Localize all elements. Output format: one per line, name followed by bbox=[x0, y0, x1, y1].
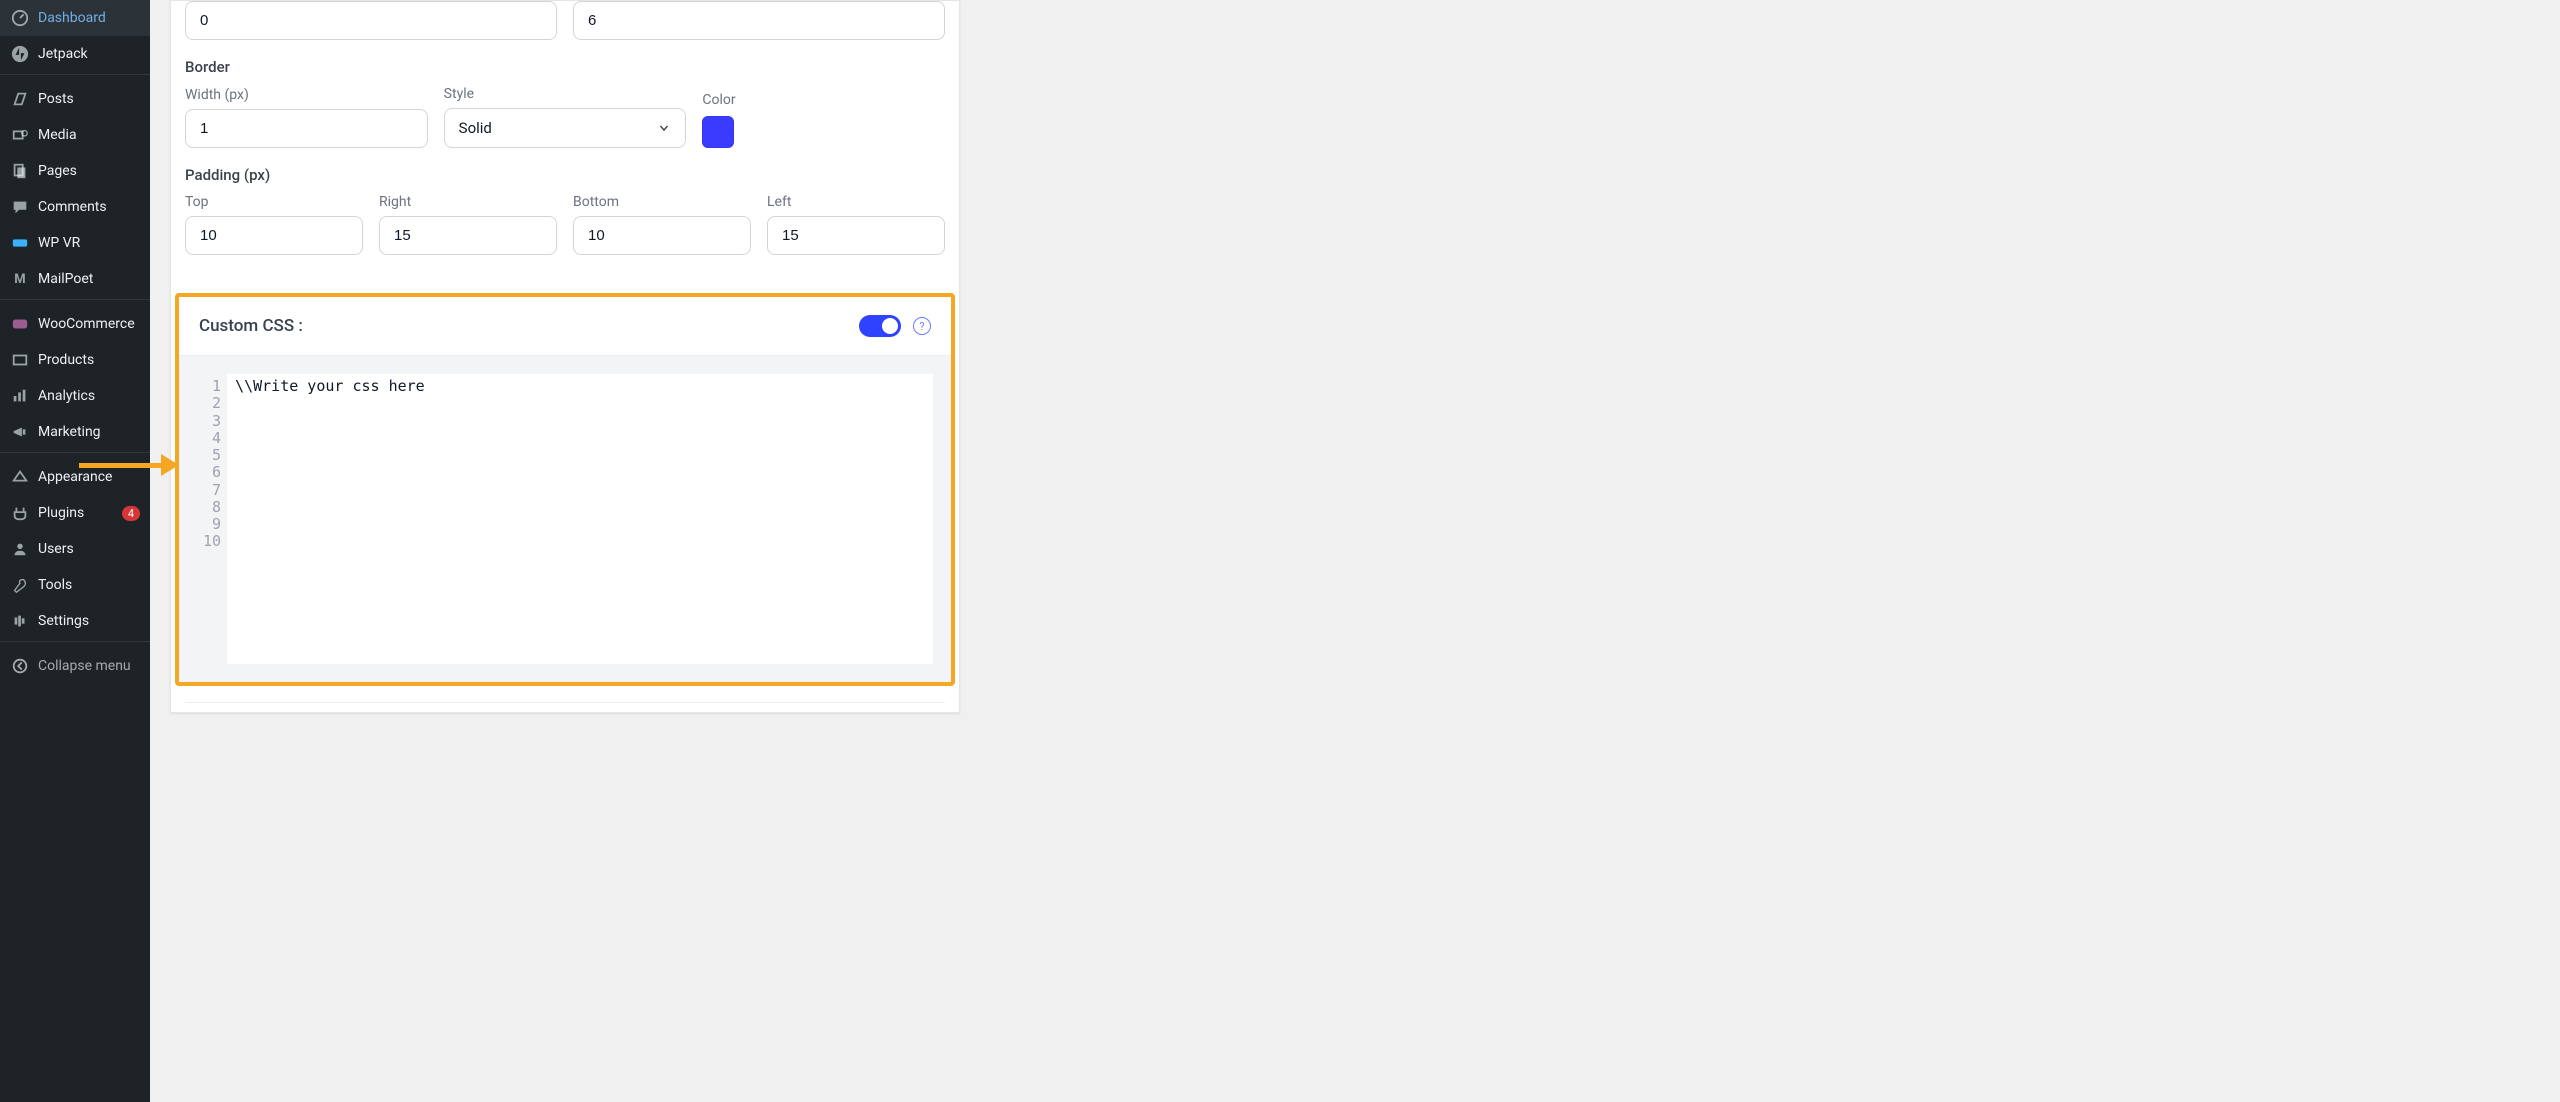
padding-top-label: Top bbox=[185, 194, 363, 210]
sidebar-item-label: Tools bbox=[38, 577, 140, 593]
plugins-icon bbox=[10, 503, 30, 523]
sidebar-item-comments[interactable]: Comments bbox=[0, 189, 150, 225]
padding-bottom-input[interactable] bbox=[573, 216, 751, 255]
css-editor[interactable]: 1 2 3 4 5 6 7 8 9 10 \\Write your css he… bbox=[197, 374, 933, 664]
sidebar-item-posts[interactable]: Posts bbox=[0, 81, 150, 117]
settings-icon bbox=[10, 611, 30, 631]
numeric-input-a[interactable] bbox=[185, 1, 557, 40]
editor-gutter: 1 2 3 4 5 6 7 8 9 10 bbox=[197, 374, 227, 664]
border-width-label: Width (px) bbox=[185, 87, 428, 103]
annotation-arrow bbox=[79, 453, 179, 477]
sidebar-item-label: Media bbox=[38, 127, 140, 143]
jetpack-icon bbox=[10, 44, 30, 64]
border-style-select[interactable]: Solid bbox=[444, 108, 687, 148]
sidebar-item-label: Pages bbox=[38, 163, 140, 179]
sidebar-item-wpvr[interactable]: WP VR bbox=[0, 225, 150, 261]
sidebar-item-label: WooCommerce bbox=[38, 316, 140, 332]
collapse-icon bbox=[10, 656, 30, 676]
custom-css-toggle[interactable] bbox=[859, 315, 901, 337]
border-color-swatch[interactable] bbox=[702, 116, 734, 148]
border-style-label: Style bbox=[444, 86, 687, 102]
sidebar-item-media[interactable]: Media bbox=[0, 117, 150, 153]
padding-bottom-label: Bottom bbox=[573, 194, 751, 210]
sidebar-item-label: Analytics bbox=[38, 388, 140, 404]
border-color-label: Color bbox=[702, 92, 945, 108]
sidebar-item-tools[interactable]: Tools bbox=[0, 567, 150, 603]
sidebar-item-label: Marketing bbox=[38, 424, 140, 440]
mailpoet-icon: M bbox=[10, 269, 30, 289]
numeric-input-b[interactable] bbox=[573, 1, 945, 40]
content-area: Border Width (px) Style Solid Color bbox=[150, 0, 2560, 1102]
products-icon bbox=[10, 350, 30, 370]
sidebar-item-marketing[interactable]: Marketing bbox=[0, 414, 150, 453]
users-icon bbox=[10, 539, 30, 559]
padding-right-input[interactable] bbox=[379, 216, 557, 255]
sidebar-item-mailpoet[interactable]: M MailPoet bbox=[0, 261, 150, 300]
border-style-value: Solid bbox=[459, 119, 492, 137]
sidebar-item-label: WP VR bbox=[38, 235, 140, 251]
custom-css-section: Custom CSS : ? 1 2 3 4 5 6 7 8 bbox=[175, 293, 955, 686]
sidebar-item-users[interactable]: Users bbox=[0, 531, 150, 567]
wpvr-icon bbox=[10, 233, 30, 253]
sidebar-item-jetpack[interactable]: Jetpack bbox=[0, 36, 150, 75]
sidebar-item-label: Users bbox=[38, 541, 140, 557]
sidebar-item-dashboard[interactable]: Dashboard bbox=[0, 0, 150, 36]
pages-icon bbox=[10, 161, 30, 181]
woocommerce-icon bbox=[10, 314, 30, 334]
sidebar-collapse-label: Collapse menu bbox=[38, 658, 140, 674]
arrow-head-icon bbox=[161, 454, 179, 476]
sidebar-item-label: Products bbox=[38, 352, 140, 368]
marketing-icon bbox=[10, 422, 30, 442]
sidebar-item-label: Jetpack bbox=[38, 46, 140, 62]
comments-icon bbox=[10, 197, 30, 217]
sidebar-item-label: Posts bbox=[38, 91, 140, 107]
plugins-badge: 4 bbox=[122, 506, 140, 521]
dashboard-icon bbox=[10, 8, 30, 28]
sidebar-item-pages[interactable]: Pages bbox=[0, 153, 150, 189]
admin-sidebar: Dashboard Jetpack Posts Media Pages Comm… bbox=[0, 0, 150, 1102]
appearance-icon bbox=[10, 467, 30, 487]
sidebar-item-plugins[interactable]: Plugins 4 bbox=[0, 495, 150, 531]
sidebar-collapse[interactable]: Collapse menu bbox=[0, 648, 150, 684]
sidebar-item-label: Comments bbox=[38, 199, 140, 215]
analytics-icon bbox=[10, 386, 30, 406]
padding-top-input[interactable] bbox=[185, 216, 363, 255]
sidebar-item-label: MailPoet bbox=[38, 271, 140, 287]
custom-css-title: Custom CSS : bbox=[199, 316, 303, 336]
sidebar-item-label: Settings bbox=[38, 613, 140, 629]
padding-heading: Padding (px) bbox=[185, 166, 945, 184]
padding-right-label: Right bbox=[379, 194, 557, 210]
sidebar-item-label: Dashboard bbox=[38, 10, 140, 26]
next-section-divider bbox=[185, 702, 945, 712]
sidebar-item-label: Plugins bbox=[38, 505, 114, 521]
padding-left-input[interactable] bbox=[767, 216, 945, 255]
sidebar-item-woocommerce[interactable]: WooCommerce bbox=[0, 306, 150, 342]
posts-icon bbox=[10, 89, 30, 109]
border-heading: Border bbox=[185, 58, 945, 76]
padding-left-label: Left bbox=[767, 194, 945, 210]
chevron-down-icon bbox=[657, 121, 671, 135]
sidebar-item-analytics[interactable]: Analytics bbox=[0, 378, 150, 414]
tools-icon bbox=[10, 575, 30, 595]
sidebar-item-products[interactable]: Products bbox=[0, 342, 150, 378]
arrow-line bbox=[79, 463, 161, 468]
help-icon[interactable]: ? bbox=[913, 317, 931, 335]
border-width-input[interactable] bbox=[185, 109, 428, 148]
sidebar-item-settings[interactable]: Settings bbox=[0, 603, 150, 642]
editor-body[interactable]: \\Write your css here bbox=[227, 374, 933, 664]
settings-panel: Border Width (px) Style Solid Color bbox=[170, 0, 960, 713]
media-icon bbox=[10, 125, 30, 145]
